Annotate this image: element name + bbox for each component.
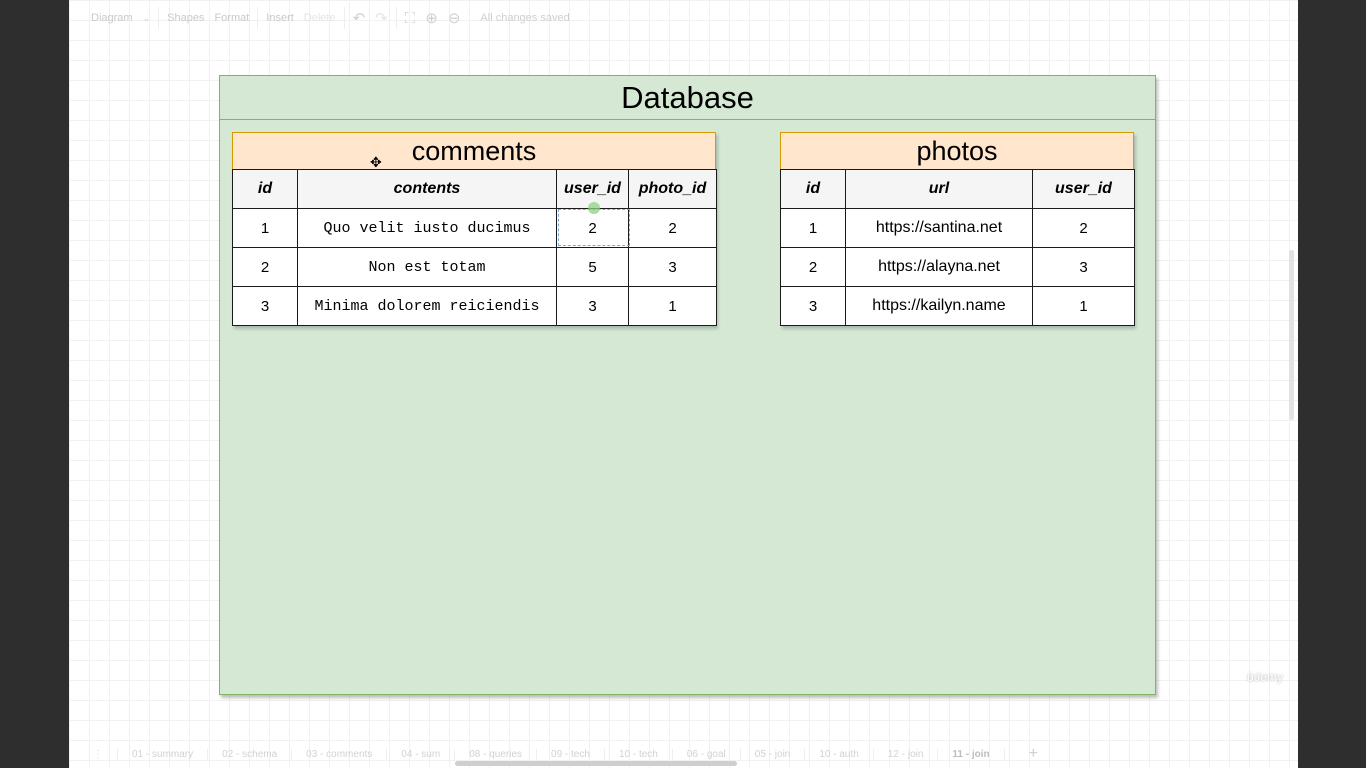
- toolbar-group-panels: Shapes Format: [159, 7, 259, 29]
- toolbar-group-menu: Diagram ⌄: [83, 7, 160, 29]
- table-cell[interactable]: 3: [232, 286, 298, 326]
- column-header-id[interactable]: id: [780, 169, 846, 209]
- column-header-contents[interactable]: contents: [297, 169, 557, 209]
- column-header-user-id[interactable]: user_id: [1032, 169, 1135, 209]
- tab-page[interactable]: 10 - tech: [605, 748, 673, 760]
- toolbar-group-history: ↶ ↷: [345, 7, 397, 29]
- diagram-editor: Diagram ⌄ Shapes Format Insert Delete ↶ …: [69, 0, 1298, 768]
- table-cell[interactable]: Non est totam: [297, 247, 557, 287]
- table-cell[interactable]: 3: [780, 286, 846, 326]
- tab-page[interactable]: 09 - tech: [537, 748, 605, 760]
- connection-handle[interactable]: [588, 202, 600, 214]
- table-cell[interactable]: https://alayna.net: [845, 247, 1033, 287]
- column-header-url[interactable]: url: [845, 169, 1033, 209]
- table-cell[interactable]: https://kailyn.name: [845, 286, 1033, 326]
- page-menu-icon[interactable]: ⋮: [79, 748, 118, 760]
- table-cell[interactable]: Quo velit iusto ducimus: [297, 208, 557, 248]
- column-header-id[interactable]: id: [232, 169, 298, 209]
- add-page-icon[interactable]: +: [1029, 745, 1038, 763]
- table-cell[interactable]: 1: [232, 208, 298, 248]
- tab-page[interactable]: 06 - goal: [673, 748, 741, 760]
- zoom-out-icon[interactable]: ⊖: [448, 9, 461, 27]
- table-cell[interactable]: 2: [780, 247, 846, 287]
- tab-page[interactable]: 12 - join: [874, 748, 939, 760]
- save-status: All changes saved: [480, 12, 570, 24]
- table-cell[interactable]: https://santina.net: [845, 208, 1033, 248]
- comments-table[interactable]: comments id contents user_id photo_id 1 …: [232, 132, 717, 326]
- table-row: 1 https://santina.net 2: [780, 208, 1135, 248]
- vertical-scrollbar[interactable]: [1289, 250, 1294, 420]
- table-cell[interactable]: 1: [780, 208, 846, 248]
- photos-table-title[interactable]: photos: [780, 132, 1134, 169]
- photos-grid: id url user_id 1 https://santina.net 2 2…: [780, 169, 1135, 326]
- column-header-photo-id[interactable]: photo_id: [628, 169, 717, 209]
- tab-page[interactable]: 04 - sum: [387, 748, 456, 760]
- database-title[interactable]: Database: [220, 76, 1155, 120]
- tab-page-active[interactable]: 11 - join: [938, 748, 1005, 760]
- table-cell[interactable]: Minima dolorem reiciendis: [297, 286, 557, 326]
- table-cell[interactable]: 2: [232, 247, 298, 287]
- table-cell[interactable]: 5: [556, 247, 629, 287]
- delete-button[interactable]: Delete: [304, 12, 336, 24]
- comments-table-title[interactable]: comments: [232, 132, 716, 169]
- table-cell[interactable]: 2: [556, 208, 629, 248]
- toolbar-group-view: ⛶ ⊕ ⊖: [397, 7, 469, 29]
- diagram-menu[interactable]: Diagram: [91, 12, 133, 24]
- tab-page[interactable]: 01 - summary: [118, 748, 209, 760]
- format-button[interactable]: Format: [214, 12, 249, 24]
- move-cursor-icon: ✥: [370, 154, 382, 170]
- chevron-down-icon[interactable]: ⌄: [143, 13, 151, 24]
- table-row: 3 Minima dolorem reiciendis 3 1: [232, 286, 717, 326]
- photos-table[interactable]: photos id url user_id 1 https://santina.…: [780, 132, 1135, 326]
- toolbar-group-edit: Insert Delete: [258, 7, 345, 29]
- tab-page[interactable]: 05 - join: [741, 748, 806, 760]
- table-cell[interactable]: 2: [628, 208, 717, 248]
- table-cell[interactable]: 3: [556, 286, 629, 326]
- horizontal-scrollbar[interactable]: [455, 761, 737, 766]
- toolbar: Diagram ⌄ Shapes Format Insert Delete ↶ …: [69, 0, 1298, 36]
- table-cell[interactable]: 3: [1032, 247, 1135, 287]
- undo-icon[interactable]: ↶: [353, 9, 366, 27]
- table-row: 2 https://alayna.net 3: [780, 247, 1135, 287]
- table-row: 2 Non est totam 5 3: [232, 247, 717, 287]
- table-cell[interactable]: 3: [628, 247, 717, 287]
- insert-button[interactable]: Insert: [266, 12, 294, 24]
- table-header-row: id url user_id: [780, 169, 1135, 209]
- redo-icon[interactable]: ↷: [375, 9, 388, 27]
- tab-page[interactable]: 08 - queries: [455, 748, 538, 760]
- tab-page[interactable]: 03 - comments: [292, 748, 388, 760]
- tab-page[interactable]: 02 - schema: [208, 748, 293, 760]
- table-row: 1 Quo velit iusto ducimus 2 2: [232, 208, 717, 248]
- zoom-in-icon[interactable]: ⊕: [425, 9, 438, 27]
- udemy-watermark: ûdemy: [1247, 670, 1284, 684]
- table-cell[interactable]: 2: [1032, 208, 1135, 248]
- tab-page[interactable]: 10 - auth: [805, 748, 874, 760]
- table-row: 3 https://kailyn.name 1: [780, 286, 1135, 326]
- shapes-button[interactable]: Shapes: [167, 12, 204, 24]
- table-header-row: id contents user_id photo_id: [232, 169, 717, 209]
- comments-grid: id contents user_id photo_id 1 Quo velit…: [232, 169, 717, 326]
- fullscreen-icon[interactable]: ⛶: [405, 10, 416, 27]
- table-cell[interactable]: 1: [628, 286, 717, 326]
- table-cell[interactable]: 1: [1032, 286, 1135, 326]
